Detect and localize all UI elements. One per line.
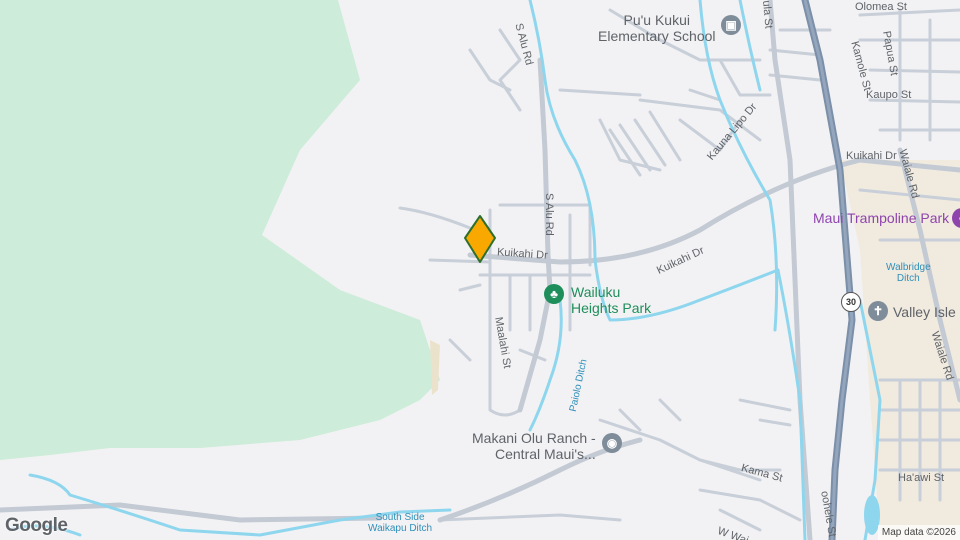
poi-label-ranch[interactable]: Makani Olu Ranch - Central Maui's...: [472, 430, 596, 462]
school-icon[interactable]: ▣: [721, 15, 741, 35]
google-logo: Google: [5, 515, 68, 536]
location-marker[interactable]: [462, 214, 498, 264]
street-label-ula: ula St: [760, 0, 775, 30]
map-canvas[interactable]: Olomea St S Alu Rd Kamole St Papua St Ka…: [0, 0, 960, 540]
cross-icon[interactable]: ✝: [868, 301, 888, 321]
poi-label-park[interactable]: Wailuku Heights Park: [571, 284, 651, 316]
poi-label-valley-isle[interactable]: Valley Isle: [893, 304, 956, 320]
water-label-walbridge: Walbridge Ditch: [886, 262, 931, 284]
street-label-olomea: Olomea St: [855, 1, 907, 13]
pin-icon[interactable]: ◉: [602, 433, 622, 453]
tree-icon[interactable]: ♣: [544, 284, 564, 304]
water-label-south-side: South Side Waikapu Ditch: [368, 512, 433, 534]
street-label-haawi: Ha'awi St: [898, 472, 945, 484]
route-30-shield: 30: [841, 292, 861, 312]
poi-label-school[interactable]: Pu'u Kukui Elementary School: [598, 12, 716, 44]
street-label-kuikahi-right: Kuikahi Dr: [846, 150, 897, 162]
street-label-kaupo: Kaupo St: [866, 89, 912, 101]
map-attribution[interactable]: Map data ©2026: [877, 525, 960, 540]
poi-label-trampoline[interactable]: Maui Trampoline Park: [813, 210, 949, 226]
street-label-s-alu-mid: S Alu Rd: [543, 193, 555, 236]
